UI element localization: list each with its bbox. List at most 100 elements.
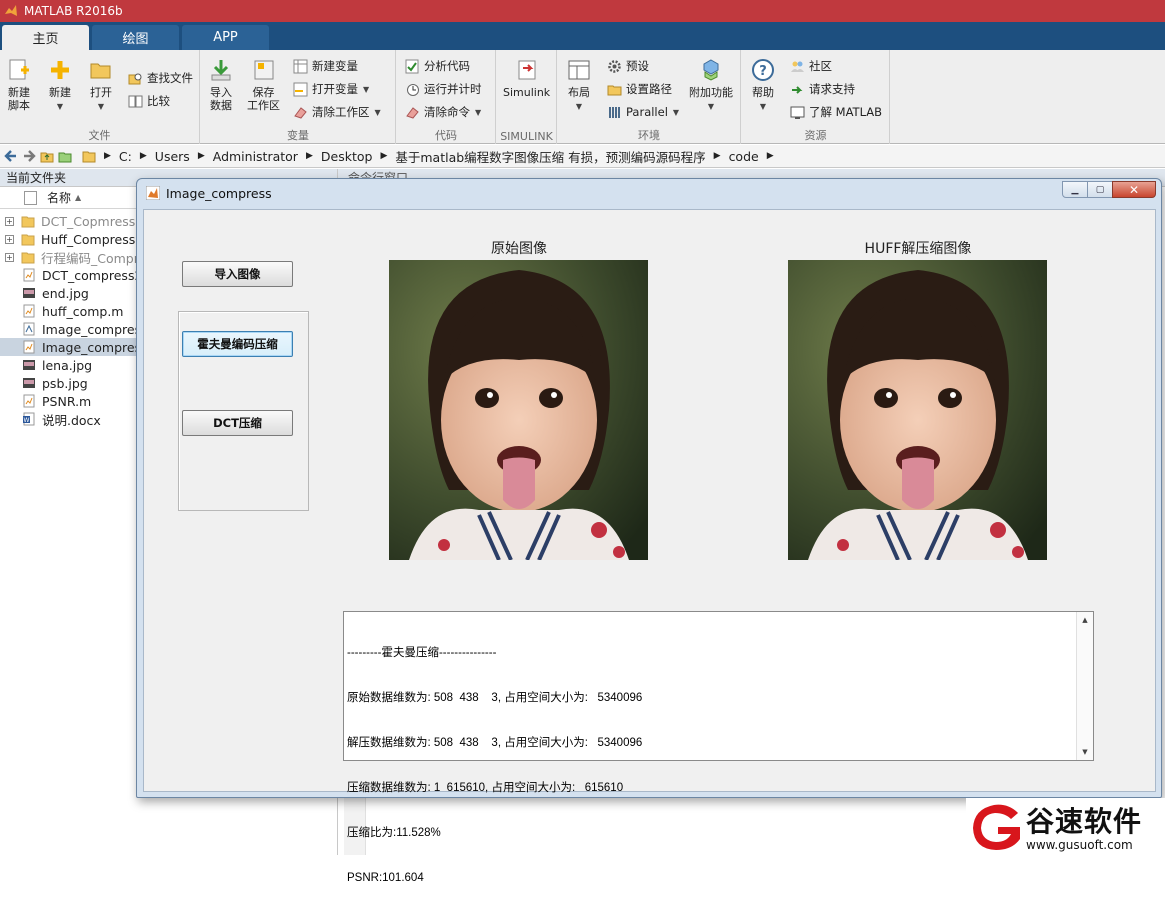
tab-apps[interactable]: APP <box>182 25 269 50</box>
help-button[interactable]: ? 帮助 ▼ <box>751 58 775 113</box>
save-workspace-icon <box>254 60 273 80</box>
expand-icon[interactable]: + <box>5 252 14 262</box>
matlab-title-bar: MATLAB R2016b <box>0 0 1165 22</box>
m-file-icon <box>23 268 35 282</box>
layout-button[interactable]: 布局 ▼ <box>567 58 591 113</box>
ribbon-section-simulink: Simulink SIMULINK <box>497 50 557 144</box>
parallel-button[interactable]: Parallel ▼ <box>607 103 679 121</box>
window-controls: ▁ ▢ ✕ <box>1062 181 1156 198</box>
import-data-button[interactable]: 导入 数据 <box>209 58 233 112</box>
dropdown-arrow-icon: ▼ <box>374 107 381 117</box>
tab-plots[interactable]: 绘图 <box>92 25 179 50</box>
clear-commands-button[interactable]: 清除命令 ▼ <box>405 103 481 121</box>
minimize-button[interactable]: ▁ <box>1062 181 1088 198</box>
word-file-icon: W <box>23 412 35 426</box>
folder-icon <box>21 234 35 246</box>
compare-button[interactable]: 比较 <box>128 92 170 110</box>
dct-compress-button[interactable]: DCT压缩 <box>182 410 293 436</box>
output-line: ---------霍夫曼压缩--------------- <box>347 647 497 659</box>
close-button[interactable]: ✕ <box>1112 181 1156 198</box>
addons-icon <box>703 59 719 81</box>
matlab-logo-icon <box>5 5 17 16</box>
community-icon <box>791 61 804 72</box>
back-arrow-icon[interactable] <box>4 149 18 163</box>
folder-icon <box>607 85 622 95</box>
folder-open-icon <box>90 63 111 79</box>
original-image <box>389 260 648 560</box>
breadcrumb-item[interactable]: code ▶ <box>729 149 774 164</box>
layout-icon <box>568 60 590 80</box>
jpg-file-icon <box>23 288 35 298</box>
brand-name: 谷速软件 <box>1026 805 1143 838</box>
dropdown-arrow-icon: ▼ <box>363 84 370 94</box>
compare-icon <box>128 95 143 107</box>
sort-ascending-icon: ▲ <box>75 193 82 202</box>
new-script-icon <box>9 59 29 80</box>
clear-workspace-button[interactable]: 清除工作区 ▼ <box>293 103 381 121</box>
breadcrumb-item[interactable]: 基于matlab编程数字图像压缩 有损，预测编码源码程序 ▶ <box>395 147 720 166</box>
maximize-button[interactable]: ▢ <box>1087 181 1113 198</box>
dropdown-arrow-icon: ▼ <box>575 102 583 111</box>
result-output-box[interactable]: ---------霍夫曼压缩--------------- 原始数据维数为: 5… <box>343 611 1094 884</box>
dropdown-arrow-icon: ▼ <box>759 102 767 111</box>
scroll-down-icon[interactable]: ▼ <box>1077 745 1093 759</box>
new-button[interactable]: 新建 ▼ <box>48 58 72 113</box>
original-image-title: 原始图像 <box>491 241 547 257</box>
watermark-brand: 谷速软件 www.gusuoft.com <box>966 798 1165 855</box>
gear-icon <box>608 59 621 73</box>
analyze-code-button[interactable]: 分析代码 <box>405 57 470 75</box>
browse-folder-icon[interactable] <box>58 149 72 163</box>
output-line: 解压数据维数为: 508 438 3, 占用空间大小为: 5340096 <box>347 737 643 749</box>
new-script-button[interactable]: 新建 脚本 <box>7 58 31 112</box>
dropdown-arrow-icon: ▼ <box>56 102 64 111</box>
matlab-logo-icon <box>146 186 160 200</box>
import-image-button[interactable]: 导入图像 <box>182 261 293 287</box>
open-button[interactable]: 打开 ▼ <box>89 58 113 113</box>
open-variable-button[interactable]: 打开变量 ▼ <box>293 80 369 98</box>
run-and-time-button[interactable]: 运行并计时 <box>405 80 482 98</box>
learn-matlab-button[interactable]: 了解 MATLAB <box>790 103 882 121</box>
community-button[interactable]: 社区 <box>790 57 832 75</box>
find-files-button[interactable]: 查找文件 <box>128 69 193 87</box>
simulink-button[interactable]: Simulink <box>503 58 550 99</box>
section-label-variable: 变量 <box>287 129 309 142</box>
ribbon-section-code: 分析代码 运行并计时 清除命令 ▼ 代码 <box>397 50 496 144</box>
tab-home[interactable]: 主页 <box>2 25 89 50</box>
addons-button[interactable]: 附加功能 ▼ <box>689 58 733 113</box>
forward-arrow-icon[interactable] <box>22 149 36 163</box>
breadcrumb-item[interactable]: Users ▶ <box>155 149 205 164</box>
up-folder-icon[interactable] <box>40 149 54 163</box>
support-icon <box>792 85 803 94</box>
figure-canvas: 导入图像 霍夫曼编码压缩 DCT压缩 原始图像 HUFF解压缩图像 ------… <box>143 209 1156 884</box>
ribbon-section-file: 新建 脚本 新建 ▼ 打开 ▼ 查找文件 比较 文件 <box>0 50 200 144</box>
decoded-image <box>788 260 1047 560</box>
breadcrumb-item[interactable]: C: ▶ <box>119 149 147 164</box>
folder-icon <box>21 252 35 264</box>
plus-icon <box>51 61 69 79</box>
path-separator-icon: ▶ <box>139 151 147 161</box>
help-icon: ? <box>752 59 774 81</box>
section-label-resources: 资源 <box>804 129 827 142</box>
request-support-button[interactable]: 请求支持 <box>790 80 855 98</box>
new-variable-button[interactable]: 新建变量 <box>293 57 358 75</box>
run-and-time-icon <box>407 83 419 96</box>
figure-title-bar: Image_compress <box>137 179 1161 207</box>
output-line: PSNR:101.604 <box>347 872 424 884</box>
breadcrumb-item[interactable]: Desktop ▶ <box>321 149 387 164</box>
svg-text:?: ? <box>759 64 767 79</box>
dropdown-arrow-icon: ▼ <box>475 107 482 117</box>
expand-icon[interactable]: + <box>5 234 14 244</box>
expand-icon[interactable]: + <box>5 216 14 226</box>
output-scrollbar[interactable]: ▲ ▼ <box>1076 612 1093 760</box>
ribbon-toolstrip: 新建脚本 新建▼ 打开▼ 查找文件 比较 文件 导入数据 保存工作区 <box>0 50 1165 144</box>
m-file-icon <box>23 394 35 408</box>
save-workspace-button[interactable]: 保存 工作区 <box>247 58 280 112</box>
jpg-file-icon <box>23 360 35 370</box>
address-bar: ▶ C: ▶ Users ▶ Administrator ▶ Desktop ▶ 基于m… <box>0 145 1165 168</box>
huffman-compress-button[interactable]: 霍夫曼编码压缩 <box>182 331 293 357</box>
section-label-code: 代码 <box>435 129 457 142</box>
scroll-up-icon[interactable]: ▲ <box>1077 613 1093 627</box>
set-path-button[interactable]: 设置路径 <box>607 80 672 98</box>
preferences-button[interactable]: 预设 <box>607 57 649 75</box>
breadcrumb-item[interactable]: Administrator ▶ <box>213 149 313 164</box>
